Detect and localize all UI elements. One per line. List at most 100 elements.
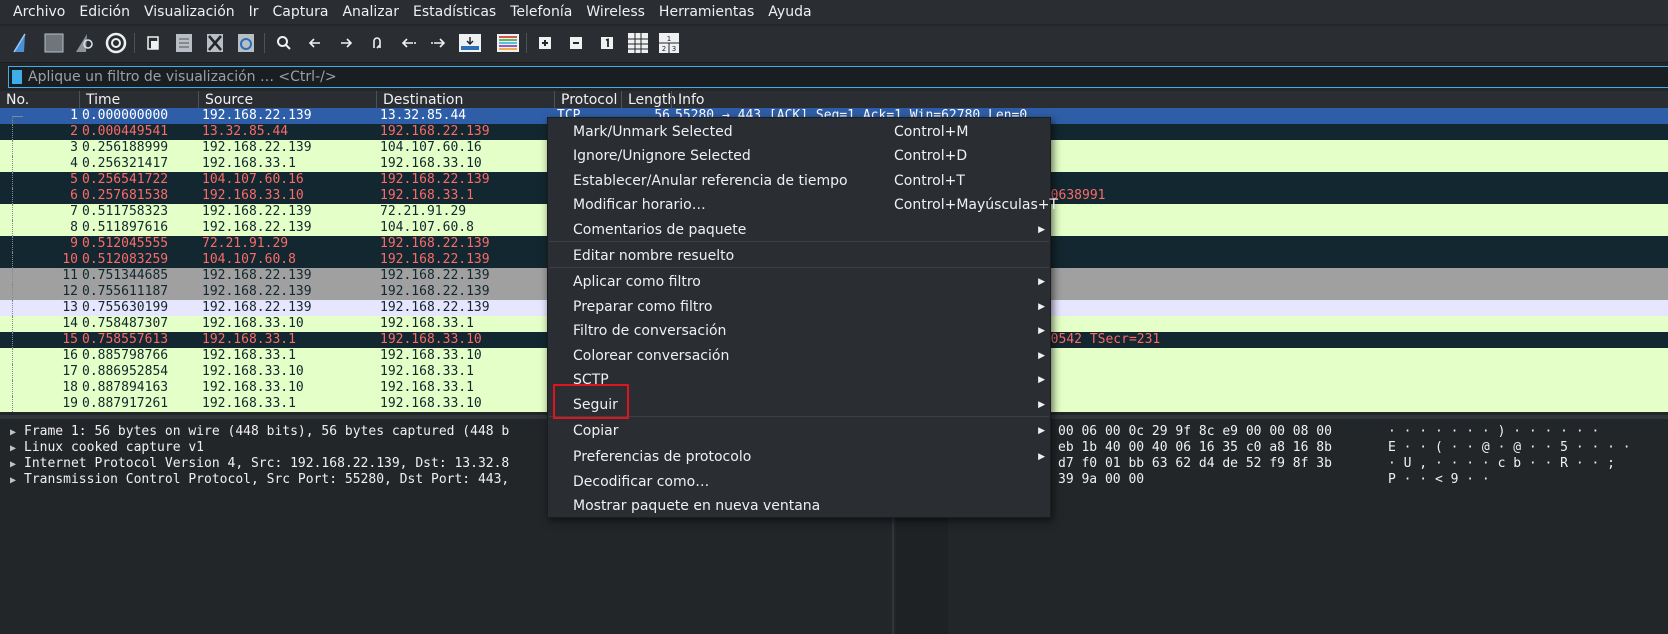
ascii-line[interactable]: · · · · · · · ) · · · · · · [1388, 424, 1599, 440]
packet-time: 0.887894163 [82, 380, 169, 395]
normal-size-icon[interactable] [594, 30, 620, 56]
detail-item-tcp[interactable]: ▶ Transmission Control Protocol, Src Port… [10, 472, 509, 488]
colorize-icon[interactable] [495, 30, 521, 56]
context-menu-separator [549, 241, 1049, 242]
context-menu-item-preparar-como-filtro[interactable]: Preparar como filtro ▶ [548, 295, 1050, 319]
toolbar-separator [526, 33, 527, 53]
display-filter-bar [8, 66, 1668, 88]
context-menu-shortcut: Control+T [894, 173, 965, 189]
context-menu-item-copiar[interactable]: Copiar ▶ [548, 419, 1050, 443]
menu-captura[interactable]: Captura [266, 0, 336, 24]
context-menu-item-preferencias-de-protocolo[interactable]: Preferencias de protocolo ▶ [548, 445, 1050, 469]
hex-line[interactable]: 39 9a 00 00 [1058, 472, 1144, 488]
stop-capture-icon[interactable] [41, 30, 67, 56]
menu-analizar[interactable]: Analizar [335, 0, 406, 24]
display-filter-input[interactable] [28, 67, 1628, 87]
packet-destination: 192.168.33.1 [380, 316, 474, 331]
detail-item-linux-cooked[interactable]: ▶ Linux cooked capture v1 [10, 440, 204, 456]
hex-line[interactable]: d7 f0 01 bb 63 62 d4 de 52 f9 8f 3b [1058, 456, 1332, 472]
context-menu-item-label: Copiar [573, 423, 619, 439]
context-menu-item-colorear-conversación[interactable]: Colorear conversación ▶ [548, 344, 1050, 368]
restart-capture-icon[interactable] [72, 30, 98, 56]
packet-source: 192.168.22.139 [202, 268, 312, 283]
packet-time: 0.512045555 [82, 236, 169, 251]
context-menu-item-editar-nombre-resuelto[interactable]: Editar nombre resuelto [548, 244, 1050, 268]
context-menu-item-aplicar-como-filtro[interactable]: Aplicar como filtro ▶ [548, 270, 1050, 294]
menu-archivo[interactable]: Archivo [0, 0, 72, 24]
context-menu-item-label: Ignore/Unignore Selected [573, 148, 751, 164]
hex-line[interactable]: 00 06 00 0c 29 9f 8c e9 00 00 08 00 [1058, 424, 1332, 440]
ascii-line[interactable]: P · · < 9 · · [1388, 472, 1490, 488]
reload-file-icon[interactable] [233, 30, 259, 56]
zoom-in-icon[interactable] [532, 30, 558, 56]
packet-destination: 192.168.22.139 [380, 236, 490, 251]
expand-arrow-icon[interactable]: ▶ [10, 425, 24, 441]
go-back-icon[interactable] [302, 30, 328, 56]
menu-visualizacion[interactable]: Visualización [137, 0, 242, 24]
go-forward-icon[interactable] [333, 30, 359, 56]
packet-time: 0.758487307 [82, 316, 169, 331]
submenu-arrow-icon: ▶ [1038, 277, 1045, 287]
capture-options-icon[interactable] [103, 30, 129, 56]
menu-wireless[interactable]: Wireless [579, 0, 652, 24]
column-header-protocol[interactable]: Protocol [554, 91, 621, 109]
autoscroll-icon[interactable] [457, 30, 483, 56]
context-menu-item-modificar-horario[interactable]: Modificar horario… Control+Mayúsculas+T [548, 193, 1058, 217]
shark-fin-start-icon[interactable] [10, 30, 36, 56]
packet-no: 14 [62, 316, 78, 331]
menu-ir[interactable]: Ir [242, 0, 266, 24]
menu-estadisticas[interactable]: Estadísticas [406, 0, 503, 24]
close-file-icon[interactable] [202, 30, 228, 56]
open-file-icon[interactable] [140, 30, 166, 56]
expand-arrow-icon[interactable]: ▶ [10, 473, 24, 489]
packet-no: 2 [70, 124, 78, 139]
column-header-length[interactable]: Length [621, 91, 676, 109]
go-to-packet-icon[interactable] [364, 30, 390, 56]
packet-time: 0.256541722 [82, 172, 169, 187]
expand-arrow-icon[interactable]: ▶ [10, 457, 24, 473]
save-file-icon[interactable] [171, 30, 197, 56]
context-menu-item-mark-unmark-selected[interactable]: Mark/Unmark Selected Control+M [548, 120, 1050, 144]
packet-destination: 192.168.22.139 [380, 172, 490, 187]
packet-context-menu: Mark/Unmark Selected Control+M Ignore/Unig… [547, 117, 1058, 518]
menu-herramientas[interactable]: Herramientas [652, 0, 761, 24]
context-menu-item-decodificar-como[interactable]: Decodificar como… [548, 470, 1050, 494]
column-header-no[interactable]: No. [0, 91, 79, 109]
layout-icon[interactable]: 123 [656, 30, 682, 56]
context-menu-item-filtro-de-conversación[interactable]: Filtro de conversación ▶ [548, 319, 1050, 343]
resize-columns-icon[interactable] [625, 30, 651, 56]
expand-arrow-icon[interactable]: ▶ [10, 441, 24, 457]
submenu-arrow-icon: ▶ [1038, 225, 1045, 235]
packet-time: 0.511897616 [82, 220, 169, 235]
column-header-destination[interactable]: Destination [376, 91, 554, 109]
context-menu-item-comentarios-de-paquete[interactable]: Comentarios de paquete ▶ [548, 218, 1050, 242]
packet-time: 0.885798766 [82, 348, 169, 363]
packet-source: 192.168.22.139 [202, 204, 312, 219]
column-header-info[interactable]: Info [671, 91, 1668, 109]
bookmark-icon[interactable] [12, 70, 22, 84]
zoom-out-icon[interactable] [563, 30, 589, 56]
menu-telefonia[interactable]: Telefonía [503, 0, 579, 24]
find-packet-icon[interactable] [271, 30, 297, 56]
context-menu-item-label: Preferencias de protocolo [573, 449, 752, 465]
packet-source: 72.21.91.29 [202, 236, 289, 251]
column-header-source[interactable]: Source [198, 91, 376, 109]
column-header-time[interactable]: Time [79, 91, 198, 109]
menu-ayuda[interactable]: Ayuda [761, 0, 818, 24]
ascii-line[interactable]: · U , · · · · c b · · R · · ; [1388, 456, 1615, 472]
packet-time: 0.886952854 [82, 364, 169, 379]
first-packet-icon[interactable] [395, 30, 421, 56]
packet-destination: 192.168.33.1 [380, 364, 474, 379]
context-menu-item-ignore-unignore-selected[interactable]: Ignore/Unignore Selected Control+D [548, 144, 1050, 168]
context-menu-item-mostrar-paquete-en-nueva-ventana[interactable]: Mostrar paquete en nueva ventana [548, 494, 1050, 518]
packet-no: 11 [62, 268, 78, 283]
ascii-line[interactable]: E · · ( · · @ · @ · · 5 · · · · [1388, 440, 1631, 456]
detail-item-frame[interactable]: ▶ Frame 1: 56 bytes on wire (448 bits), 5… [10, 424, 509, 440]
menu-edicion[interactable]: Edición [72, 0, 137, 24]
context-menu-item-establecer-anular-referencia-de-tiempo[interactable]: Establecer/Anular referencia de tiempo Co… [548, 169, 1050, 193]
packet-source: 192.168.33.1 [202, 156, 296, 171]
context-menu-item-label: Editar nombre resuelto [573, 248, 735, 264]
hex-line[interactable]: eb 1b 40 00 40 06 16 35 c0 a8 16 8b [1058, 440, 1332, 456]
detail-item-ipv4[interactable]: ▶ Internet Protocol Version 4, Src: 192.1… [10, 456, 509, 472]
last-packet-icon[interactable] [426, 30, 452, 56]
